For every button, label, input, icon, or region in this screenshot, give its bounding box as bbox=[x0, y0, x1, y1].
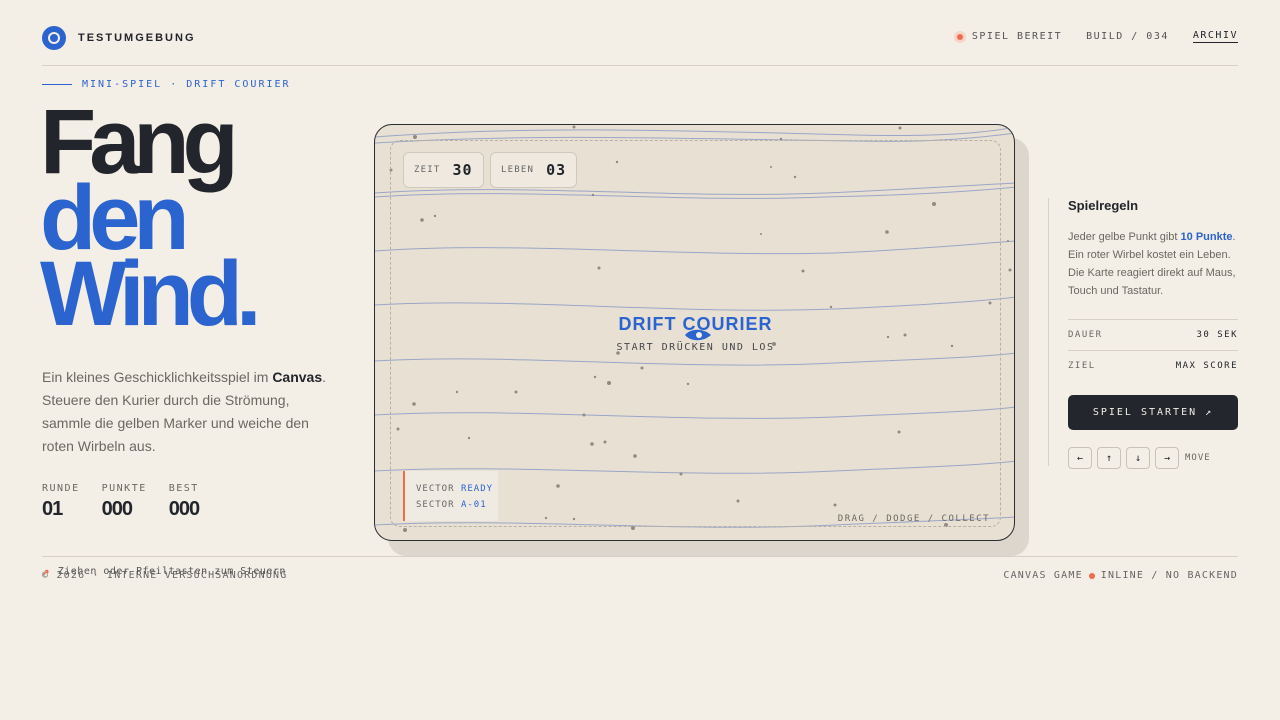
start-game-button[interactable]: SPIEL STARTEN ↗ bbox=[1068, 395, 1238, 430]
build-label: BUILD / 034 bbox=[1086, 31, 1169, 42]
keys-label: MOVE bbox=[1185, 453, 1211, 463]
header-divider bbox=[42, 65, 1238, 66]
stat-label: PUNKTE bbox=[101, 483, 147, 494]
duration-label: DAUER bbox=[1068, 330, 1103, 340]
headline-line-3: Wind. bbox=[40, 243, 262, 345]
rules-text-highlight: 10 Punkte bbox=[1180, 231, 1233, 243]
brand-name: TESTUMGEBUNG bbox=[78, 32, 196, 44]
stat-label: RUNDE bbox=[42, 483, 80, 494]
top-nav: SPIEL BEREIT BUILD / 034 ARCHIV bbox=[953, 30, 1238, 43]
eyebrow-text: MINI-SPIEL · DRIFT COURIER bbox=[82, 79, 291, 90]
rules-divider bbox=[1048, 198, 1049, 466]
goal-label: ZIEL bbox=[1068, 361, 1096, 371]
archive-link[interactable]: ARCHIV bbox=[1192, 30, 1238, 43]
score-stats: RUNDE 01 PUNKTE 000 BEST 000 bbox=[42, 483, 200, 521]
page-title: Fang den Wind. bbox=[40, 96, 262, 345]
stat-value: 01 bbox=[42, 498, 63, 520]
stat-value: 000 bbox=[168, 498, 200, 520]
eyebrow: MINI-SPIEL · DRIFT COURIER bbox=[42, 79, 291, 90]
stat-best: BEST 000 bbox=[168, 483, 200, 521]
duration-value: 30 SEK bbox=[1196, 330, 1238, 340]
rules-title: Spielregeln bbox=[1068, 198, 1139, 213]
arrow-up-key[interactable]: ↑ bbox=[1097, 447, 1121, 469]
logo-icon bbox=[42, 26, 66, 50]
intro-bold: Canvas bbox=[272, 369, 323, 385]
hud-time-label: ZEIT bbox=[414, 165, 441, 175]
rules-meta: DAUER 30 SEK ZIEL MAX SCORE bbox=[1068, 319, 1238, 381]
game-title: DRIFT COURIER bbox=[618, 314, 773, 334]
arrow-up-right-icon: ↗ bbox=[42, 564, 50, 578]
arrow-left-key[interactable]: ← bbox=[1068, 447, 1092, 469]
hud-time: ZEIT 30 bbox=[403, 152, 484, 188]
rules-text-before: Jeder gelbe Punkt gibt bbox=[1068, 231, 1181, 243]
goal-value: MAX SCORE bbox=[1175, 361, 1238, 371]
hud-lives-value: 03 bbox=[546, 161, 567, 179]
stat-round: RUNDE 01 bbox=[42, 483, 80, 521]
arrow-down-key[interactable]: ↓ bbox=[1126, 447, 1150, 469]
hud-lives-label: LEBEN bbox=[501, 165, 535, 175]
status-indicator: SPIEL BEREIT bbox=[953, 30, 1063, 43]
intro-text: Ein kleines Geschicklichkeitsspiel im Ca… bbox=[42, 366, 342, 458]
footer-divider bbox=[42, 556, 1238, 557]
intro-before: Ein kleines Geschicklichkeitsspiel im bbox=[42, 369, 273, 385]
game-subtitle: START DRÜCKEN UND LOS bbox=[616, 342, 775, 353]
game-canvas[interactable]: ZEIT 30 LEBEN 03 DRIFT COURIER START DRÜ… bbox=[374, 124, 1015, 541]
status-text: SPIEL BEREIT bbox=[971, 31, 1063, 42]
stat-points: PUNKTE 000 bbox=[102, 483, 147, 521]
sector-row: SECTOR A-01 bbox=[416, 497, 498, 513]
game-footer-label: DRAG / DODGE / COLLECT bbox=[837, 514, 990, 524]
footer-meta-a: CANVAS GAME bbox=[1003, 570, 1083, 581]
movement-keys: ← ↑ ↓ → MOVE bbox=[1068, 447, 1238, 469]
stat-label: BEST bbox=[168, 483, 199, 494]
header: TESTUMGEBUNG SPIEL BEREIT BUILD / 034 AR… bbox=[42, 26, 1238, 50]
footer-dot-icon bbox=[1088, 572, 1095, 579]
rules-text: Jeder gelbe Punkt gibt 10 Punkte. Ein ro… bbox=[1068, 228, 1238, 300]
duration-row: DAUER 30 SEK bbox=[1068, 319, 1238, 350]
arrow-right-key[interactable]: → bbox=[1155, 447, 1179, 469]
hint-text: Ziehen oder Pfeiltasten zum Steuern bbox=[57, 565, 286, 577]
status-dot-icon bbox=[953, 30, 966, 43]
rules-panel: Spielregeln Jeder gelbe Punkt gibt 10 Pu… bbox=[1068, 198, 1238, 469]
footer-meta: CANVAS GAME INLINE / NO BACKEND bbox=[1003, 570, 1238, 581]
vector-value: READY bbox=[460, 484, 494, 494]
eyebrow-line bbox=[42, 84, 72, 85]
hud-time-value: 30 bbox=[452, 161, 473, 179]
vector-status-panel: VECTOR READY SECTOR A-01 bbox=[403, 471, 498, 521]
sector-label: SECTOR bbox=[416, 500, 455, 510]
hud-lives: LEBEN 03 bbox=[490, 152, 578, 188]
sector-value: A-01 bbox=[460, 500, 487, 510]
footer-meta-b: INLINE / NO BACKEND bbox=[1100, 570, 1238, 581]
vector-row: VECTOR READY bbox=[416, 481, 498, 497]
controls-hint: ↗ Ziehen oder Pfeiltasten zum Steuern bbox=[42, 564, 286, 578]
goal-row: ZIEL MAX SCORE bbox=[1068, 350, 1238, 381]
vector-label: VECTOR bbox=[416, 484, 455, 494]
stat-value: 000 bbox=[101, 498, 133, 520]
